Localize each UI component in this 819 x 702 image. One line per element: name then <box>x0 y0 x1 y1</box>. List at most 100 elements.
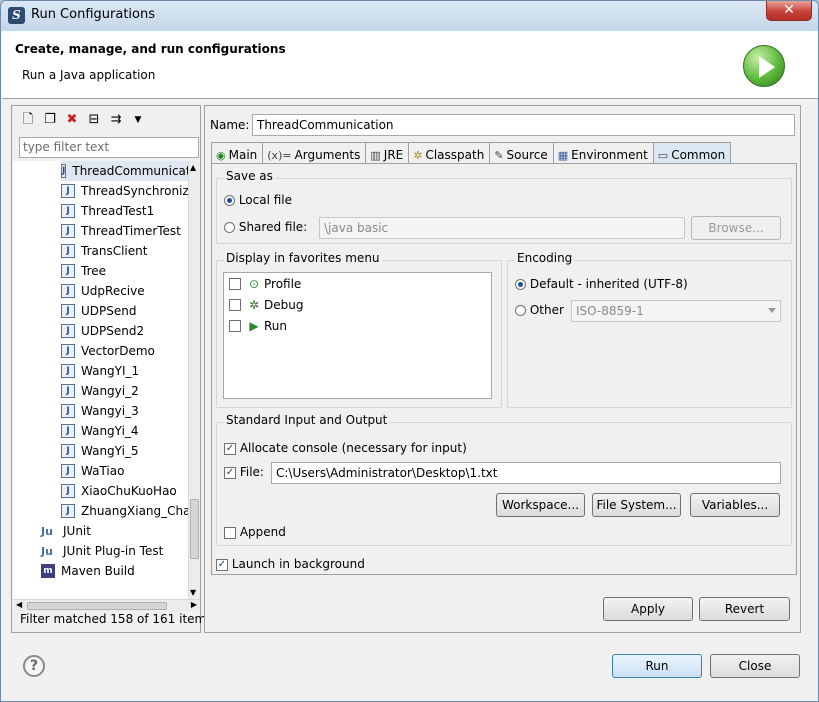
append-row[interactable]: Append <box>224 525 286 539</box>
local-file-radio-row[interactable]: Local file <box>224 193 292 207</box>
browse-button[interactable]: Browse... <box>691 216 781 240</box>
favorite-profile[interactable]: ⊙ Profile <box>229 276 301 292</box>
favorite-debug[interactable]: ✲ Debug <box>229 297 303 313</box>
run-configurations-window: S Run Configurations ✕ Create, manage, a… <box>0 0 819 702</box>
duplicate-config-icon[interactable]: ❐ <box>42 112 58 128</box>
tree-item-java-app[interactable]: J ThreadSynchronize <box>61 181 188 201</box>
tree-item-java-app[interactable]: J Tree <box>61 261 106 281</box>
filter-status: Filter matched 158 of 161 items <box>20 612 213 626</box>
tree-item-java-app[interactable]: J TransClient <box>61 241 147 261</box>
tab-environment[interactable]: ▦ Environment <box>552 142 654 164</box>
tree-item-label: TransClient <box>81 244 148 258</box>
file-output-input[interactable]: C:\Users\Administrator\Desktop\1.txt <box>271 462 781 484</box>
workspace-button[interactable]: Workspace... <box>496 493 585 517</box>
title-bar: S Run Configurations ✕ <box>1 1 818 31</box>
favorites-label: Display in favorites menu <box>224 251 382 265</box>
scroll-right-icon[interactable]: ▶ <box>191 600 197 609</box>
environment-icon: ▦ <box>557 148 569 162</box>
file-output-checkbox[interactable]: ✓ <box>224 466 236 479</box>
tab-source[interactable]: ✎ Source <box>489 142 554 164</box>
configurations-tree: J ThreadCommunication J ThreadSynchroniz… <box>13 161 188 599</box>
run-checkbox[interactable] <box>229 320 241 332</box>
scroll-down-icon[interactable]: ▼ <box>190 588 196 597</box>
tree-item-java-app[interactable]: J ZhuangXiang_Cha <box>61 501 188 521</box>
other-encoding-select[interactable]: ISO-8859-1 <box>571 300 781 322</box>
java-app-icon: J <box>61 284 75 298</box>
scroll-thumb[interactable] <box>27 602 167 610</box>
other-encoding-radio-row[interactable]: Other <box>515 303 564 317</box>
tree-group-junit[interactable]: Ju JUnit <box>41 521 91 541</box>
allocate-console-checkbox[interactable]: ✓ <box>224 442 236 455</box>
tab-arguments[interactable]: (x)= Arguments <box>262 142 367 164</box>
tree-item-java-app[interactable]: J ThreadTest1 <box>61 201 154 221</box>
view-menu-chevron-down-icon[interactable]: ▼ <box>130 112 146 128</box>
name-input[interactable]: ThreadCommunication <box>252 114 795 136</box>
java-app-icon: J <box>61 204 75 218</box>
tree-vertical-scrollbar[interactable]: ▲ ▼ <box>188 161 200 599</box>
tree-group-label: JUnit Plug-in Test <box>63 544 164 558</box>
tab-label: JRE <box>383 148 404 162</box>
close-button[interactable]: Close <box>710 654 800 678</box>
tree-item-java-app[interactable]: J WangYi_4 <box>61 421 139 441</box>
tree-item-java-app[interactable]: J WaTiao <box>61 461 124 481</box>
launch-background-checkbox[interactable]: ✓ <box>216 558 228 571</box>
java-app-icon: J <box>61 404 75 418</box>
tree-group-label: Maven Build <box>61 564 135 578</box>
tree-item-java-app[interactable]: J VectorDemo <box>61 341 155 361</box>
revert-button[interactable]: Revert <box>699 597 790 621</box>
tree-item-java-app[interactable]: J Wangyi_2 <box>61 381 139 401</box>
profile-checkbox[interactable] <box>229 278 241 290</box>
allocate-console-row[interactable]: ✓ Allocate console (necessary for input) <box>224 441 467 455</box>
file-system-button[interactable]: File System... <box>592 493 681 517</box>
debug-checkbox[interactable] <box>229 299 241 311</box>
tree-item-java-app[interactable]: J ThreadTimerTest <box>61 221 181 241</box>
shared-file-input[interactable]: \java basic <box>319 217 685 239</box>
apply-button[interactable]: Apply <box>603 597 693 621</box>
tree-item-java-app[interactable]: J WangYi_5 <box>61 441 139 461</box>
tree-item-label: Wangyi_2 <box>81 384 139 398</box>
new-config-icon[interactable]: 🗋 <box>20 112 36 128</box>
favorite-run[interactable]: ▶ Run <box>229 318 287 334</box>
tree-group-junit-plugin[interactable]: Ju JUnit Plug-in Test <box>41 541 163 561</box>
filter-config-icon[interactable]: ⇉ <box>108 112 124 128</box>
tree-horizontal-scrollbar[interactable]: ◀ ▶ <box>13 599 200 611</box>
scroll-up-icon[interactable]: ▲ <box>190 163 196 172</box>
tab-jre[interactable]: ▥ JRE <box>365 142 410 164</box>
tab-common[interactable]: ▭ Common <box>652 142 732 164</box>
tree-item-java-app[interactable]: J UdpRecive <box>61 281 145 301</box>
tree-item-java-app[interactable]: J XiaoChuKuoHao <box>61 481 177 501</box>
default-encoding-radio-row[interactable]: Default - inherited (UTF-8) <box>515 277 688 291</box>
local-file-radio[interactable] <box>224 195 235 206</box>
shared-file-radio-row[interactable]: Shared file: <box>224 220 307 234</box>
common-tab-icon: ▭ <box>657 148 669 162</box>
profile-icon: ⊙ <box>248 277 260 291</box>
tab-main[interactable]: ◉ Main <box>211 142 264 164</box>
tree-group-maven-build[interactable]: m Maven Build <box>41 561 135 581</box>
other-encoding-radio[interactable] <box>515 305 526 316</box>
scroll-left-icon[interactable]: ◀ <box>16 600 22 609</box>
tree-item-java-app[interactable]: J UDPSend <box>61 301 136 321</box>
shared-file-radio[interactable] <box>224 222 235 233</box>
variables-button[interactable]: Variables... <box>690 493 780 517</box>
run-button[interactable]: Run <box>612 654 702 678</box>
file-output-row[interactable]: ✓ File: <box>224 465 264 479</box>
stdio-label: Standard Input and Output <box>224 413 390 427</box>
tab-classpath[interactable]: ✲ Classpath <box>408 142 491 164</box>
collapse-all-icon[interactable]: ⊟ <box>86 112 102 128</box>
launch-background-row[interactable]: ✓ Launch in background <box>216 557 365 571</box>
default-encoding-radio[interactable] <box>515 279 526 290</box>
tree-item-java-app[interactable]: J ThreadCommunication <box>61 161 188 181</box>
tree-item-java-app[interactable]: J Wangyi_3 <box>61 401 139 421</box>
other-encoding-value: ISO-8859-1 <box>576 304 644 318</box>
delete-config-icon[interactable]: ✖ <box>64 112 80 128</box>
append-checkbox[interactable] <box>224 526 236 539</box>
scroll-thumb[interactable] <box>190 499 199 559</box>
encoding-label: Encoding <box>515 251 575 265</box>
tree-item-java-app[interactable]: J WangYI_1 <box>61 361 139 381</box>
tree-item-java-app[interactable]: J UDPSend2 <box>61 321 144 341</box>
java-app-icon: J <box>61 224 75 238</box>
filter-input[interactable]: type filter text <box>19 137 199 158</box>
help-icon[interactable]: ? <box>23 655 45 677</box>
window-close-button[interactable]: ✕ <box>766 1 812 21</box>
main-tab-icon: ◉ <box>216 148 226 162</box>
